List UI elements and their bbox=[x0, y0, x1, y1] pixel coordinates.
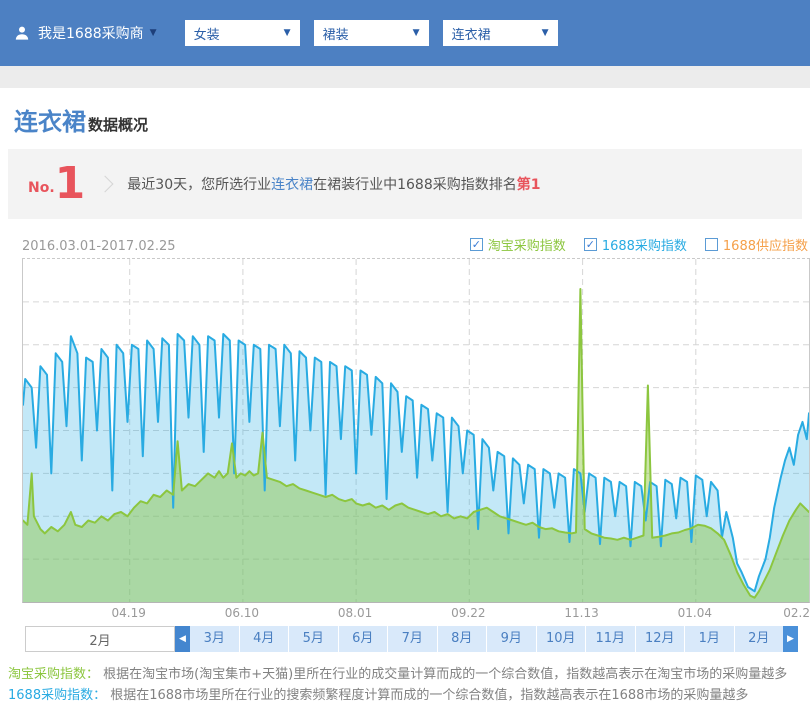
rank-banner-text: 最近30天，您所选行业连衣裙在裙装行业中1688采购指数排名第1 bbox=[127, 174, 540, 194]
month-cell-3月[interactable]: 3月 bbox=[190, 626, 240, 652]
month-select-dropdown[interactable]: 2月 bbox=[25, 626, 175, 652]
month-cell-6月[interactable]: 6月 bbox=[339, 626, 389, 652]
trend-chart bbox=[22, 258, 810, 603]
footnote-1688-text: 根据在1688市场里所在行业的搜索频繁程度计算而成的一个综合数值，指数越高表示在… bbox=[110, 688, 748, 703]
month-cell-1月[interactable]: 1月 bbox=[685, 626, 735, 652]
x-tick-label: 02.25 bbox=[783, 606, 810, 620]
page-title-keyword: 连衣裙 bbox=[14, 102, 86, 137]
x-tick-label: 04.19 bbox=[112, 606, 146, 620]
chevron-right-icon bbox=[97, 176, 114, 193]
chevron-down-icon: ▼ bbox=[150, 28, 157, 38]
x-tick-label: 06.10 bbox=[225, 606, 259, 620]
user-menu[interactable]: 我是1688采购商 ▼ bbox=[14, 23, 157, 43]
month-prev-button[interactable]: ◀ bbox=[175, 626, 190, 652]
month-cells: 3月4月5月6月7月8月9月10月11月12月1月2月 bbox=[190, 626, 783, 652]
user-menu-label: 我是1688采购商 bbox=[38, 23, 144, 43]
month-select-value: 2月 bbox=[89, 630, 110, 649]
legend-label: 1688采购指数 bbox=[602, 235, 687, 254]
month-cell-8月[interactable]: 8月 bbox=[438, 626, 488, 652]
chart-svg bbox=[23, 259, 809, 602]
chart-header: 2016.03.01-2017.02.25 ✓ 淘宝采购指数 ✓ 1688采购指数 16… bbox=[22, 235, 808, 254]
chevron-down-icon: ▼ bbox=[413, 28, 420, 38]
chevron-down-icon: ▼ bbox=[284, 28, 291, 38]
month-cell-4月[interactable]: 4月 bbox=[240, 626, 290, 652]
rank-number-block: No. 1 bbox=[28, 165, 85, 202]
user-icon bbox=[14, 25, 30, 41]
top-header: 我是1688采购商 ▼ 女装 ▼ 裙装 ▼ 连衣裙 ▼ bbox=[0, 0, 810, 66]
footnote-1688: 1688采购指数： 根据在1688市场里所在行业的搜索频繁程度计算而成的一个综合… bbox=[8, 685, 810, 706]
chart-legend: ✓ 淘宝采购指数 ✓ 1688采购指数 1688供应指数 bbox=[470, 235, 808, 254]
chevron-down-icon: ▼ bbox=[542, 28, 549, 38]
dropdown-value: 女装 bbox=[194, 24, 220, 43]
rank-text-rank: 第1 bbox=[517, 177, 541, 193]
month-cell-12月[interactable]: 12月 bbox=[636, 626, 686, 652]
checkbox-checked-icon[interactable]: ✓ bbox=[470, 238, 483, 251]
legend-item-0[interactable]: ✓ 淘宝采购指数 bbox=[470, 235, 566, 254]
footnote-taobao-label: 淘宝采购指数： bbox=[8, 667, 99, 682]
dropdown-value: 连衣裙 bbox=[452, 24, 491, 43]
rank-banner: No. 1 最近30天，您所选行业连衣裙在裙装行业中1688采购指数排名第1 bbox=[8, 149, 802, 219]
index-footnotes: 淘宝采购指数： 根据在淘宝市场(淘宝集市+天猫)里所在行业的成交量计算而成的一个… bbox=[8, 664, 810, 706]
checkbox-checked-icon[interactable]: ✓ bbox=[584, 238, 597, 251]
footnote-1688-label: 1688采购指数： bbox=[8, 688, 106, 703]
rank-text-prefix: 最近30天，您所选行业 bbox=[127, 177, 271, 193]
footnote-taobao: 淘宝采购指数： 根据在淘宝市场(淘宝集市+天猫)里所在行业的成交量计算而成的一个… bbox=[8, 664, 810, 685]
month-cell-7月[interactable]: 7月 bbox=[388, 626, 438, 652]
x-axis-ticks: 04.19 06.10 08.01 09.22 11.13 01.04 02.25 bbox=[22, 603, 808, 623]
month-cell-11月[interactable]: 11月 bbox=[586, 626, 636, 652]
month-next-button[interactable]: ▶ bbox=[783, 626, 798, 652]
month-cell-9月[interactable]: 9月 bbox=[487, 626, 537, 652]
footnote-taobao-text: 根据在淘宝市场(淘宝集市+天猫)里所在行业的成交量计算而成的一个综合数值，指数越… bbox=[103, 667, 787, 682]
x-tick-label: 11.13 bbox=[564, 606, 598, 620]
category-dropdown-level3[interactable]: 连衣裙 ▼ bbox=[443, 20, 558, 46]
month-cell-5月[interactable]: 5月 bbox=[289, 626, 339, 652]
rank-number: 1 bbox=[55, 165, 86, 202]
page-title: 连衣裙 数据概况 bbox=[14, 102, 810, 137]
date-range-label: 2016.03.01-2017.02.25 bbox=[22, 239, 176, 254]
legend-label: 淘宝采购指数 bbox=[488, 235, 566, 254]
rank-no-label: No. bbox=[28, 180, 55, 196]
category-dropdowns: 女装 ▼ 裙装 ▼ 连衣裙 ▼ bbox=[185, 20, 558, 46]
month-cell-10月[interactable]: 10月 bbox=[537, 626, 587, 652]
month-bar: 2月 ◀ 3月4月5月6月7月8月9月10月11月12月1月2月 ▶ bbox=[25, 626, 798, 652]
header-sub-strip bbox=[0, 66, 810, 88]
checkbox-unchecked-icon[interactable] bbox=[705, 238, 718, 251]
legend-label: 1688供应指数 bbox=[723, 235, 808, 254]
month-cell-2月[interactable]: 2月 bbox=[735, 626, 784, 652]
rank-text-middle: 在裙装行业中1688采购指数排名 bbox=[313, 177, 517, 193]
x-tick-label: 08.01 bbox=[338, 606, 372, 620]
legend-item-2[interactable]: 1688供应指数 bbox=[705, 235, 808, 254]
category-dropdown-level1[interactable]: 女装 ▼ bbox=[185, 20, 300, 46]
rank-text-keyword[interactable]: 连衣裙 bbox=[271, 177, 313, 193]
page-title-suffix: 数据概况 bbox=[88, 114, 148, 135]
category-dropdown-level2[interactable]: 裙装 ▼ bbox=[314, 20, 429, 46]
dropdown-value: 裙装 bbox=[323, 24, 349, 43]
legend-item-1[interactable]: ✓ 1688采购指数 bbox=[584, 235, 687, 254]
x-tick-label: 01.04 bbox=[678, 606, 712, 620]
x-tick-label: 09.22 bbox=[451, 606, 485, 620]
